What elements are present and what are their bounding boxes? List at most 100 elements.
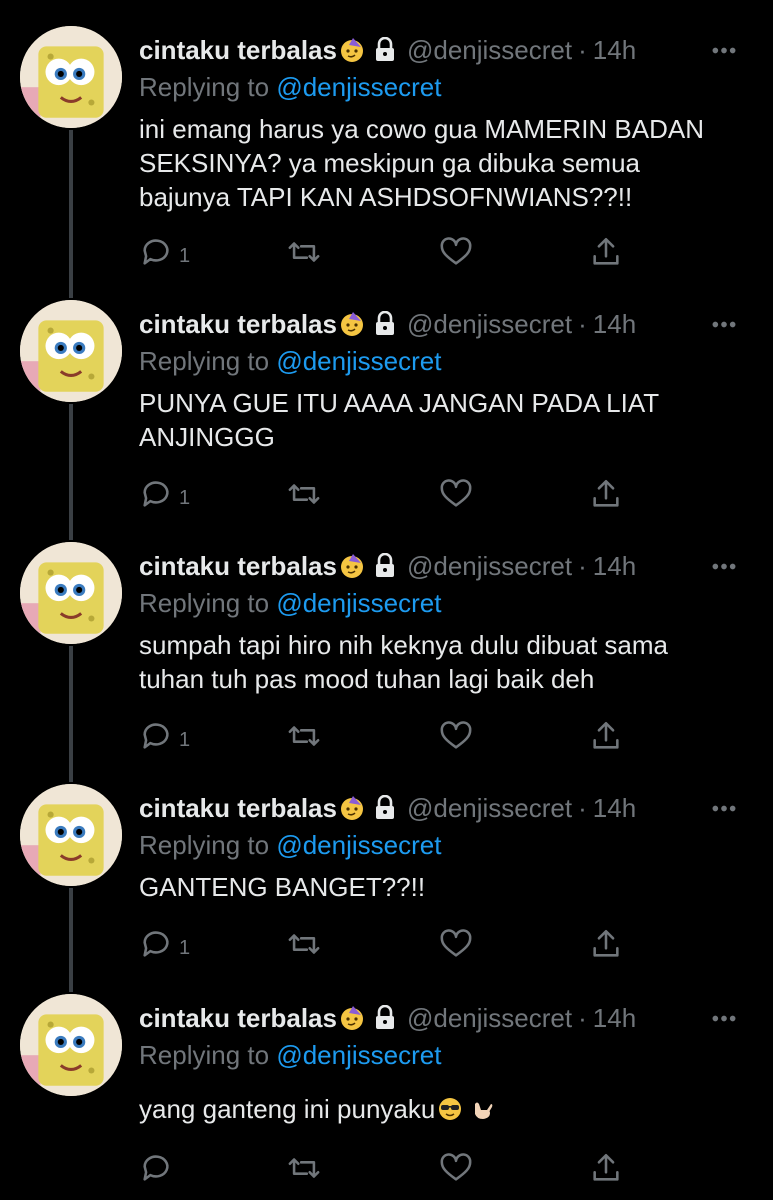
- replying-to-label: Replying to: [139, 72, 270, 102]
- share-button[interactable]: [589, 232, 623, 272]
- retweet-button[interactable]: [287, 1148, 321, 1188]
- retweet-button[interactable]: [287, 924, 321, 964]
- tweet-text: sumpah tapi hiro nih keknya dulu dibuat …: [139, 628, 737, 696]
- reply-icon: [143, 723, 169, 749]
- lock-icon: [375, 553, 394, 577]
- tweet-text: yang ganteng ini punyaku: [139, 1092, 737, 1126]
- tweet-actions: 1: [139, 924, 737, 964]
- share-icon: [593, 479, 619, 507]
- share-button[interactable]: [589, 474, 623, 514]
- more-icon[interactable]: [703, 548, 737, 584]
- partying-face-emoji: [340, 796, 363, 820]
- lock-icon: [375, 795, 394, 819]
- tweet[interactable]: cintaku terbalas @denjissecret · 14h Rep…: [0, 968, 773, 1200]
- share-icon: [593, 237, 619, 265]
- lock-icon: [375, 311, 394, 335]
- tweet-text-line: sumpah tapi hiro nih keknya dulu dibuat …: [139, 630, 668, 660]
- like-button[interactable]: [439, 474, 473, 514]
- mention-link[interactable]: @denjissecret: [276, 1040, 441, 1070]
- author-name[interactable]: cintaku terbalas: [139, 309, 337, 340]
- more-icon[interactable]: [703, 306, 737, 342]
- retweet-icon: [288, 1158, 320, 1178]
- call-me-hand-emoji: [475, 1102, 493, 1119]
- tweet-text-line: bajunya TAPI KAN ASHDSOFNWIANS??!!: [139, 182, 633, 212]
- tweet-text-line: SEKSINYA? ya meskipun ga dibuka semua: [139, 148, 641, 178]
- like-button[interactable]: [439, 232, 473, 272]
- more-icon[interactable]: [703, 32, 737, 68]
- retweet-button[interactable]: [287, 716, 321, 756]
- reply-button[interactable]: 1: [139, 232, 190, 272]
- separator-dot: ·: [578, 792, 587, 823]
- reply-icon: [143, 481, 169, 507]
- author-name[interactable]: cintaku terbalas: [139, 35, 337, 66]
- tweet-text-line: GANTENG BANGET??!!: [139, 872, 426, 902]
- separator-dot: ·: [578, 34, 587, 65]
- avatar-image: [20, 542, 122, 644]
- heart-icon: [440, 237, 472, 265]
- reply-button[interactable]: 1: [139, 474, 190, 514]
- author-name[interactable]: cintaku terbalas: [139, 793, 337, 824]
- share-button[interactable]: [589, 1148, 623, 1188]
- timestamp[interactable]: 14h: [593, 35, 636, 66]
- retweet-icon: [288, 726, 320, 746]
- tweet-actions: 1: [139, 232, 737, 272]
- mention-link[interactable]: @denjissecret: [276, 72, 441, 102]
- tweet[interactable]: cintaku terbalas @denjissecret · 14h Rep…: [0, 0, 773, 280]
- tweet-text-line: ini emang harus ya cowo gua MAMERIN BADA…: [139, 114, 705, 144]
- tweet-actions: [139, 1148, 737, 1188]
- more-icon[interactable]: [703, 1000, 737, 1036]
- tweet-text-content: yang ganteng ini punyaku: [139, 1094, 436, 1124]
- replying-to-label: Replying to: [139, 588, 270, 618]
- retweet-button[interactable]: [287, 232, 321, 272]
- timestamp[interactable]: 14h: [593, 551, 636, 582]
- heart-icon: [440, 721, 472, 749]
- author-handle[interactable]: @denjissecret: [407, 35, 572, 66]
- reply-count: 1: [179, 936, 191, 959]
- mention-link[interactable]: @denjissecret: [276, 346, 441, 376]
- tweet[interactable]: cintaku terbalas @denjissecret · 14h Rep…: [0, 516, 773, 758]
- reply-button[interactable]: 1: [139, 924, 190, 964]
- author-handle[interactable]: @denjissecret: [407, 309, 572, 340]
- tweet-text-line: PUNYA GUE ITU AAAA JANGAN PADA LIAT: [139, 388, 660, 418]
- author-name[interactable]: cintaku terbalas: [139, 551, 337, 582]
- avatar[interactable]: [20, 784, 122, 886]
- avatar[interactable]: [20, 300, 122, 402]
- timestamp[interactable]: 14h: [593, 309, 636, 340]
- avatar[interactable]: [20, 542, 122, 644]
- replying-to-label: Replying to: [139, 346, 270, 376]
- reply-button[interactable]: [139, 1148, 179, 1188]
- like-button[interactable]: [439, 1148, 473, 1188]
- timestamp[interactable]: 14h: [593, 1003, 636, 1034]
- more-icon[interactable]: [703, 790, 737, 826]
- reply-count: 1: [179, 486, 191, 509]
- like-button[interactable]: [439, 716, 473, 756]
- retweet-button[interactable]: [287, 474, 321, 514]
- avatar[interactable]: [20, 994, 122, 1096]
- share-icon: [593, 721, 619, 749]
- share-button[interactable]: [589, 924, 623, 964]
- mention-link[interactable]: @denjissecret: [276, 588, 441, 618]
- avatar-image: [20, 784, 122, 886]
- avatar-image: [20, 994, 122, 1096]
- tweet[interactable]: cintaku terbalas @denjissecret · 14h Rep…: [0, 274, 773, 516]
- avatar[interactable]: [20, 26, 122, 128]
- author-handle[interactable]: @denjissecret: [407, 1003, 572, 1034]
- author-handle[interactable]: @denjissecret: [407, 793, 572, 824]
- reply-icon: [143, 239, 169, 265]
- share-icon: [593, 1153, 619, 1181]
- lock-icon: [375, 37, 394, 61]
- avatar-image: [20, 26, 122, 128]
- like-button[interactable]: [439, 924, 473, 964]
- mention-link[interactable]: @denjissecret: [276, 830, 441, 860]
- reply-button[interactable]: 1: [139, 716, 190, 756]
- tweet[interactable]: cintaku terbalas @denjissecret · 14h Rep…: [0, 758, 773, 968]
- author-handle[interactable]: @denjissecret: [407, 551, 572, 582]
- author-name[interactable]: cintaku terbalas: [139, 1003, 337, 1034]
- separator-dot: ·: [578, 1002, 587, 1033]
- timestamp[interactable]: 14h: [593, 793, 636, 824]
- share-button[interactable]: [589, 716, 623, 756]
- retweet-icon: [288, 484, 320, 504]
- retweet-icon: [288, 934, 320, 954]
- retweet-icon: [288, 242, 320, 262]
- heart-icon: [440, 929, 472, 957]
